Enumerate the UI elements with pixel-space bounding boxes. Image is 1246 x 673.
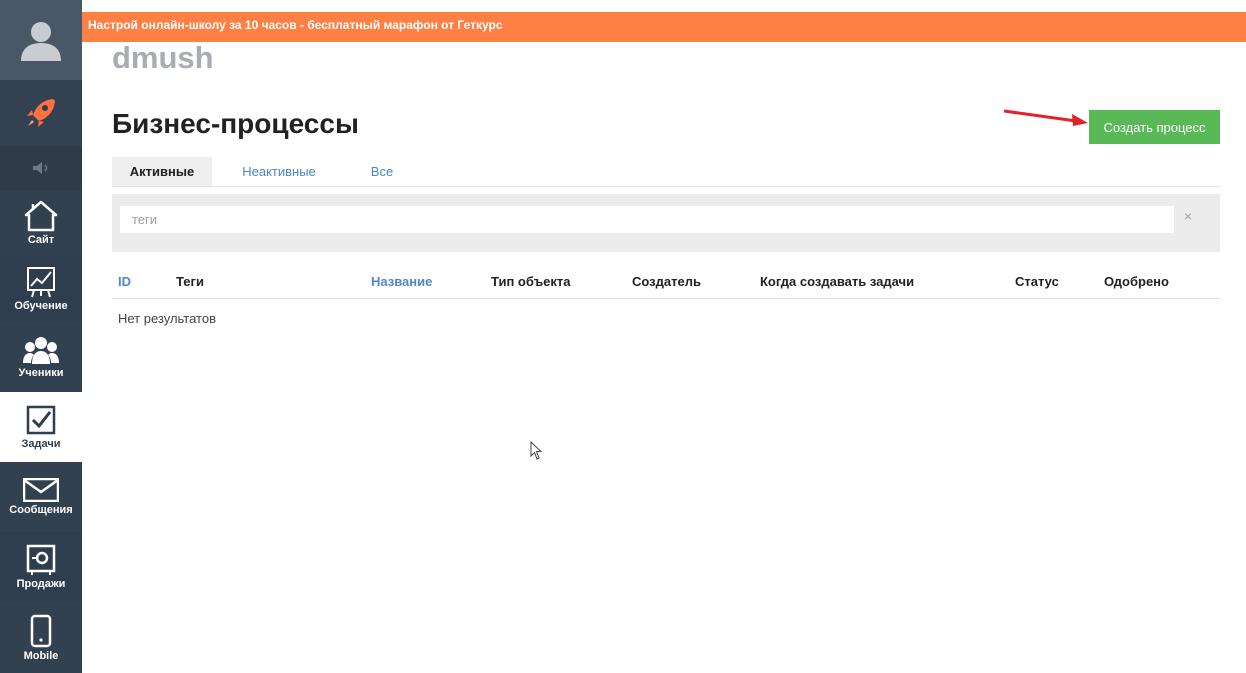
- clear-filter-icon[interactable]: ×: [1180, 208, 1196, 228]
- column-header-name[interactable]: Название: [371, 274, 432, 289]
- sidebar-item-label: Задачи: [21, 438, 61, 450]
- column-header-creator: Создатель: [632, 274, 701, 289]
- chart-board-icon: [27, 267, 55, 298]
- sidebar-item-label: Продажи: [16, 578, 66, 590]
- tags-filter-input[interactable]: [120, 206, 1174, 233]
- checkbox-icon: [26, 405, 56, 435]
- mouse-cursor-icon: [530, 441, 543, 460]
- avatar-icon: [21, 22, 61, 61]
- house-icon: [24, 200, 58, 232]
- people-icon: [23, 337, 59, 364]
- annotation-arrow-icon: [1003, 109, 1088, 126]
- column-header-object-type: Тип объекта: [491, 274, 571, 289]
- column-header-id[interactable]: ID: [118, 274, 131, 289]
- safe-icon: [26, 544, 56, 575]
- sidebar-item-label: Ученики: [18, 367, 64, 379]
- sidebar-item-learning[interactable]: Обучение: [0, 256, 82, 322]
- sidebar-item-label: Обучение: [14, 300, 68, 312]
- sidebar-item-getting-started[interactable]: [0, 80, 82, 146]
- sidebar-item-site[interactable]: Сайт: [0, 190, 82, 256]
- column-header-tags: Теги: [176, 274, 204, 289]
- status-tabs: Активные Неактивные Все: [112, 157, 1220, 187]
- filter-panel: ×: [112, 194, 1220, 252]
- speaker-icon: [33, 162, 48, 174]
- promo-banner[interactable]: Настрой онлайн-школу за 10 часов - беспл…: [82, 12, 1246, 42]
- sidebar-item-tasks[interactable]: Задачи: [0, 392, 82, 462]
- rocket-icon: [27, 99, 55, 127]
- user-avatar[interactable]: [0, 0, 82, 80]
- column-header-status: Статус: [1015, 274, 1059, 289]
- sidebar-item-mobile[interactable]: Mobile: [0, 602, 82, 673]
- sidebar-item-sound[interactable]: [0, 146, 82, 190]
- phone-icon: [30, 614, 52, 647]
- sidebar-item-messages[interactable]: Сообщения: [0, 462, 82, 532]
- sidebar: Сайт Обучение Ученики Задачи Сообщения П…: [0, 0, 82, 673]
- tab-all[interactable]: Все: [352, 157, 412, 186]
- sidebar-item-sales[interactable]: Продажи: [0, 532, 82, 602]
- column-header-task-timing: Когда создавать задачи: [760, 274, 915, 289]
- sidebar-item-label: Сообщения: [9, 504, 73, 516]
- table-header: ID Теги Название Тип объекта Создатель К…: [112, 270, 1220, 299]
- promo-banner-text[interactable]: Настрой онлайн-школу за 10 часов - беспл…: [88, 18, 503, 32]
- sidebar-item-label: Mobile: [23, 649, 59, 662]
- column-header-approved: Одобрено: [1104, 274, 1169, 289]
- page-title: Бизнес-процессы: [112, 108, 359, 139]
- sidebar-item-label: Сайт: [27, 234, 55, 246]
- empty-results-message: Нет результатов: [118, 311, 216, 326]
- envelope-icon: [23, 478, 59, 502]
- school-name: dmush: [112, 40, 214, 75]
- tab-inactive[interactable]: Неактивные: [229, 157, 329, 186]
- tab-active[interactable]: Активные: [112, 157, 212, 186]
- sidebar-item-students[interactable]: Ученики: [0, 322, 82, 392]
- create-process-button[interactable]: Создать процесс: [1089, 110, 1220, 144]
